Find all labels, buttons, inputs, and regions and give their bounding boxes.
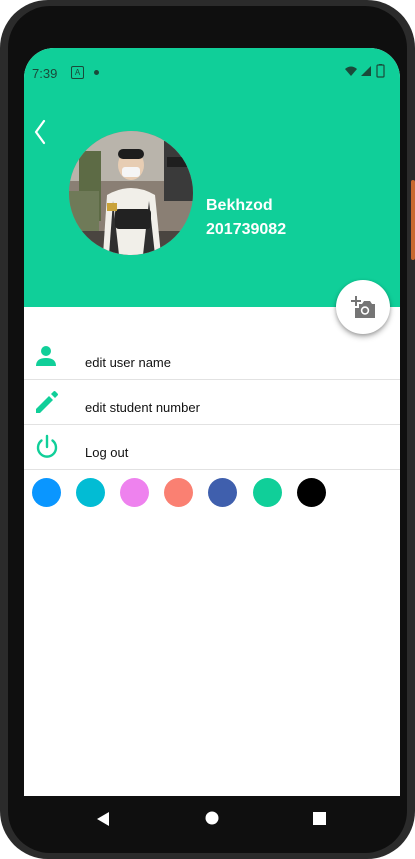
power-side-button: [411, 180, 415, 260]
change-photo-button[interactable]: [336, 280, 390, 334]
triangle-back-icon: [97, 812, 109, 826]
theme-color-picker: [24, 478, 400, 518]
nav-back-button[interactable]: [96, 811, 110, 832]
circle-home-icon: [205, 811, 219, 825]
status-time: 7:39: [32, 66, 58, 81]
profile-header: 7:39 A Bekhzod 201739082: [24, 48, 400, 307]
square-recents-icon: [313, 812, 326, 825]
signal-icon: [361, 66, 371, 76]
notification-dot-icon: [94, 70, 99, 75]
edit-student-number-item[interactable]: edit student number: [24, 380, 400, 425]
theme-color-swatch[interactable]: [76, 478, 105, 507]
wifi-icon: [345, 66, 357, 76]
theme-color-swatch[interactable]: [208, 478, 237, 507]
theme-color-swatch[interactable]: [253, 478, 282, 507]
power-icon: [34, 434, 60, 460]
app-notification-icon: A: [71, 66, 84, 79]
profile-avatar: [69, 131, 193, 255]
nav-recents-button[interactable]: [313, 812, 326, 830]
app-screen: 7:39 A Bekhzod 201739082 edit user name …: [24, 48, 400, 796]
back-button[interactable]: [30, 118, 52, 146]
theme-color-swatch[interactable]: [164, 478, 193, 507]
pencil-icon: [34, 389, 60, 415]
profile-name: Bekhzod: [206, 197, 273, 214]
log-out-label: Log out: [85, 445, 129, 460]
edit-student-number-label: edit student number: [85, 400, 200, 415]
status-indicators: [344, 64, 390, 80]
chevron-left-icon: [34, 119, 46, 145]
theme-color-swatch[interactable]: [297, 478, 326, 507]
status-bar: 7:39 A: [24, 48, 400, 96]
add-photo-icon: [351, 296, 375, 318]
nav-home-button[interactable]: [205, 811, 219, 830]
person-icon: [34, 344, 60, 370]
battery-icon: [376, 64, 385, 78]
settings-menu: edit user name edit student number Log o…: [24, 335, 400, 470]
log-out-item[interactable]: Log out: [24, 425, 400, 470]
profile-student-number: 201739082: [206, 221, 287, 238]
theme-color-swatch[interactable]: [120, 478, 149, 507]
edit-user-name-label: edit user name: [85, 355, 171, 370]
theme-color-swatch[interactable]: [32, 478, 61, 507]
android-nav-bar: [24, 796, 400, 840]
edit-user-name-item[interactable]: edit user name: [24, 335, 400, 380]
